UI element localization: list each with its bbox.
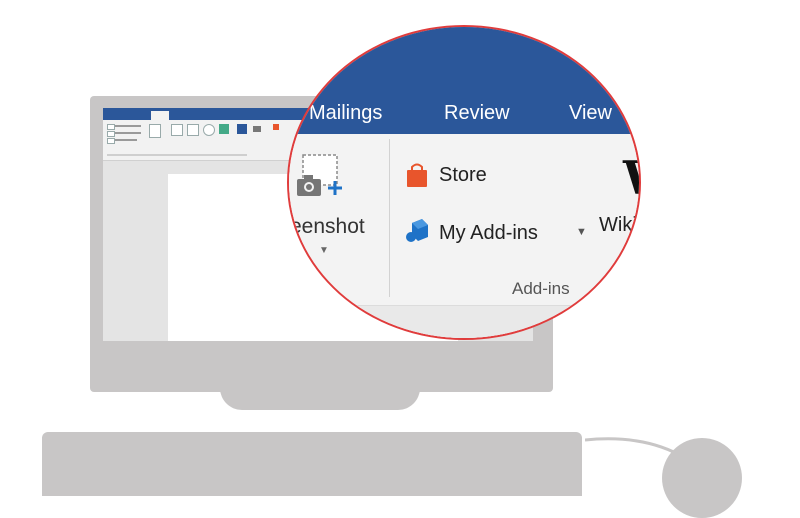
mini-icon (107, 138, 115, 144)
keyboard-illustration (42, 432, 582, 496)
mini-chart-icon (237, 124, 247, 134)
my-addins-button[interactable]: My Add-ins ▼ (401, 213, 591, 253)
my-addins-label: My Add-ins (439, 222, 538, 244)
mini-online-pictures-icon (187, 124, 199, 136)
wikipedia-icon: W (623, 151, 639, 205)
tab-review[interactable]: Review (444, 102, 510, 125)
mini-active-tab (151, 111, 169, 120)
mini-text (115, 125, 141, 127)
ribbon-tabbar: Mailings Review View (289, 27, 639, 134)
mini-text (115, 132, 141, 134)
store-icon (407, 163, 427, 187)
mouse-illustration (662, 438, 742, 518)
magnifier-circle: Mailings Review View reenshot ▼ Store My (287, 25, 641, 340)
wikipedia-button[interactable]: W Wiki (597, 145, 639, 255)
addins-group-label: Add-ins (512, 279, 570, 298)
store-button[interactable]: Store (401, 157, 501, 193)
chevron-down-icon[interactable]: ▼ (576, 226, 587, 238)
mini-screenshot-icon (253, 126, 261, 132)
group-divider (389, 139, 390, 297)
store-label: Store (439, 164, 487, 186)
mini-shapes-icon (203, 124, 215, 136)
mini-icon (107, 124, 115, 130)
screenshot-label: reenshot (287, 215, 365, 238)
monitor-stand (220, 388, 420, 410)
mini-group-labels (107, 154, 247, 156)
wiki-label: Wiki (599, 214, 637, 236)
document-area (289, 305, 639, 338)
mini-table-icon (149, 124, 161, 138)
screenshot-button[interactable]: reenshot ▼ (289, 147, 389, 277)
mini-text (115, 139, 137, 141)
mini-store-icon (273, 124, 279, 130)
chevron-down-icon: ▼ (319, 245, 329, 256)
tab-mailings[interactable]: Mailings (309, 102, 382, 125)
mini-icon (107, 131, 115, 137)
addins-icon (406, 219, 428, 242)
mini-smartart-icon (219, 124, 229, 134)
screenshot-icon (297, 154, 342, 196)
tab-view[interactable]: View (569, 102, 612, 125)
mini-pictures-icon (171, 124, 183, 136)
